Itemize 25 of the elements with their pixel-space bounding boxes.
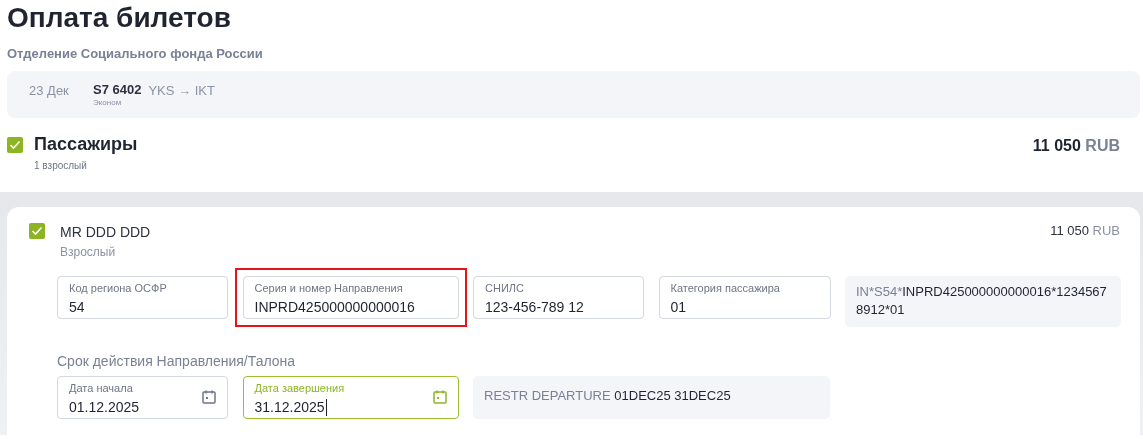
passenger-name: MR DDD DDD (60, 223, 151, 241)
total-price: 11 050 RUB (1032, 137, 1120, 155)
checkbox[interactable] (7, 137, 23, 153)
fare-class: Эконом (93, 98, 123, 107)
input-field[interactable]: Категория пассажира 01 (658, 276, 831, 319)
page-subtitle: Отделение Социального фонда России (7, 46, 263, 61)
validity-label: Срок действия Направления/Талона (57, 353, 296, 369)
page-title: Оплата билетов (7, 1, 232, 35)
checkbox[interactable] (29, 223, 45, 239)
flight-number: S7 6402 (93, 82, 142, 97)
section-title: Пассажиры (34, 134, 138, 154)
calendar-icon[interactable] (432, 390, 447, 404)
input-field[interactable]: Код региона ОСФР 54 (57, 276, 228, 319)
input-field[interactable]: СНИЛС 123-456-789 12 (473, 276, 644, 319)
calendar-icon[interactable] (202, 390, 216, 404)
input-field[interactable]: Серия и номер Направления INPRD425000000000016 (242, 276, 459, 319)
passenger-price: 11 050 RUB (1050, 223, 1120, 238)
passenger-count: 1 взрослый (34, 160, 88, 171)
ssr-string: IN*S54*INPRD425000000000016*12345678912*01 (845, 276, 1121, 327)
date-field[interactable]: Дата завершения 31.12.2025 (242, 376, 459, 419)
flight-date: 23 Дек (29, 83, 70, 98)
flight-route: YKS → IKT (148, 83, 215, 98)
passenger-type: Взрослый (60, 245, 117, 259)
date-field[interactable]: Дата начала 01.12.2025 (57, 376, 228, 419)
restriction-string: RESTR DEPARTURE 01DEC25 31DEC25 (473, 376, 830, 419)
